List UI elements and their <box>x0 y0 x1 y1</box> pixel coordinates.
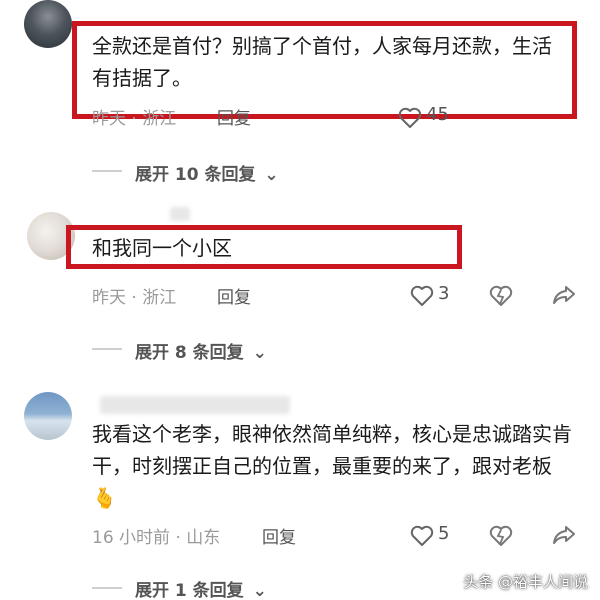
heart-icon[interactable] <box>410 285 434 307</box>
avatar[interactable] <box>24 392 72 440</box>
avatar[interactable] <box>24 0 72 48</box>
blurred-username <box>170 207 190 221</box>
blurred-username <box>100 396 290 414</box>
divider <box>92 170 122 172</box>
chevron-down-icon: ⌄ <box>264 165 279 185</box>
comment-text: 我看这个老李，眼神依然简单纯粹，核心是忠诚踏实肯干，时刻摆正自己的位置，最重要的… <box>92 418 572 514</box>
divider <box>92 587 122 589</box>
expand-replies-label: 展开 8 条回复 <box>135 343 244 363</box>
expand-replies-label: 展开 10 条回复 <box>135 165 256 185</box>
chevron-down-icon: ⌄ <box>252 581 267 600</box>
watermark: 头条 @裕丰人间说 <box>463 573 588 591</box>
expand-replies-label: 展开 1 条回复 <box>135 581 244 600</box>
finger-heart-emoji: 🫰 <box>92 486 117 510</box>
comment-meta: 昨天 · 浙江 <box>92 109 177 129</box>
comment-text: 和我同一个小区 <box>92 236 232 260</box>
comment-meta: 16 小时前 · 山东 <box>92 528 221 548</box>
comment-text: 全款还是首付？别搞了个首付，人家每月还款，生活有拮据了。 <box>92 34 552 90</box>
comment-meta: 昨天 · 浙江 <box>92 288 177 308</box>
divider <box>92 348 122 350</box>
expand-replies-button[interactable]: 展开 1 条回复 ⌄ <box>135 576 267 600</box>
heart-icon[interactable] <box>410 525 434 547</box>
comment-text-body: 我看这个老李，眼神依然简单纯粹，核心是忠诚踏实肯干，时刻摆正自己的位置，最重要的… <box>92 422 572 478</box>
like-count: 5 <box>438 523 450 544</box>
heart-icon[interactable] <box>398 107 422 129</box>
reply-button[interactable]: 回复 <box>262 523 296 548</box>
reply-button[interactable]: 回复 <box>217 283 251 308</box>
like-count: 3 <box>438 283 450 304</box>
expand-replies-button[interactable]: 展开 10 条回复 ⌄ <box>135 160 279 185</box>
dislike-icon[interactable] <box>488 284 514 308</box>
expand-replies-button[interactable]: 展开 8 条回复 ⌄ <box>135 338 267 363</box>
share-icon[interactable] <box>552 524 576 546</box>
like-count: 45 <box>426 104 449 125</box>
share-icon[interactable] <box>552 284 576 306</box>
chevron-down-icon: ⌄ <box>252 343 267 363</box>
reply-button[interactable]: 回复 <box>217 104 251 129</box>
dislike-icon[interactable] <box>488 524 514 548</box>
